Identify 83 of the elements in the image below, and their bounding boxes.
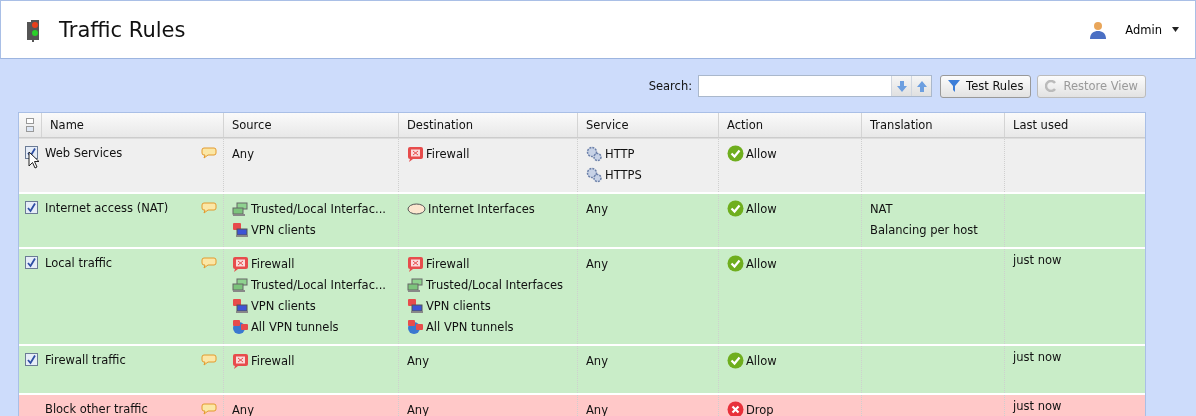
- mouse-cursor-icon: [28, 151, 40, 169]
- address-label: All VPN tunnels: [426, 319, 514, 334]
- select-all-checkbox-icon[interactable]: [26, 118, 34, 132]
- vpn-client-icon: [232, 297, 249, 314]
- comment-icon[interactable]: [201, 202, 217, 214]
- column-header[interactable]: Last used: [1004, 113, 1144, 137]
- translation-text: NAT: [870, 201, 893, 216]
- address-label: VPN clients: [251, 298, 316, 313]
- up-arrow-icon: [916, 80, 927, 92]
- address-label: Any: [407, 402, 429, 416]
- action-label: Allow: [746, 201, 777, 216]
- rule-name: Web Services: [45, 146, 123, 160]
- last-used-text: just now: [1013, 350, 1062, 364]
- column-header[interactable]: Destination: [398, 113, 577, 137]
- action-label: Allow: [746, 146, 777, 161]
- rule-name: Local traffic: [45, 256, 113, 270]
- vpn-tunnels-icon: [407, 318, 424, 335]
- network-computers-icon: [407, 276, 424, 293]
- address-label: Any: [586, 353, 608, 368]
- address-label: VPN clients: [426, 298, 491, 313]
- comment-icon[interactable]: [201, 257, 217, 269]
- address-label: Any: [407, 353, 429, 368]
- action-label: Drop: [746, 402, 774, 416]
- search-previous-button[interactable]: [911, 76, 932, 96]
- address-label: Firewall: [251, 256, 295, 271]
- search-field[interactable]: [698, 75, 933, 97]
- address-label: Any: [232, 402, 254, 416]
- rule-checkbox[interactable]: [25, 201, 38, 214]
- firewall-icon: [232, 255, 249, 272]
- user-icon[interactable]: [1089, 20, 1108, 39]
- address-label: Trusted/Local Interfac...: [251, 201, 386, 216]
- translation-text: Balancing per host: [870, 222, 978, 237]
- gears-icon: [586, 166, 603, 183]
- address-label: VPN clients: [251, 222, 316, 237]
- page-title: Traffic Rules: [59, 17, 186, 42]
- restore-icon: [1045, 80, 1058, 92]
- address-label: Firewall: [251, 353, 295, 368]
- column-header[interactable]: Source: [223, 113, 398, 137]
- firewall-icon: [407, 145, 424, 162]
- address-label: Trusted/Local Interfac...: [251, 277, 386, 292]
- vpn-client-icon: [407, 297, 424, 314]
- vpn-client-icon: [232, 221, 249, 238]
- search-label: Search:: [648, 79, 693, 93]
- caret-icon[interactable]: [1172, 27, 1179, 32]
- rule-checkbox[interactable]: [25, 353, 38, 366]
- rule-name: Block other traffic: [45, 402, 148, 416]
- funnel-icon: [948, 80, 961, 92]
- user-menu[interactable]: Admin: [1125, 22, 1162, 37]
- down-arrow-icon: [896, 80, 907, 92]
- comment-icon[interactable]: [201, 354, 217, 366]
- address-label: Firewall: [426, 146, 470, 161]
- address-label: Any: [586, 201, 608, 216]
- cloud-icon: [407, 201, 426, 216]
- firewall-icon: [232, 352, 249, 369]
- rule-name: Firewall traffic: [45, 353, 126, 367]
- column-header[interactable]: Service: [577, 113, 718, 137]
- firewall-icon: [407, 255, 424, 272]
- test-rules-button[interactable]: Test Rules: [940, 74, 1032, 98]
- address-label: Any: [232, 146, 254, 161]
- address-label: HTTP: [605, 146, 635, 161]
- address-label: Trusted/Local Interfaces: [426, 277, 564, 292]
- vpn-tunnels-icon: [232, 318, 249, 335]
- last-used-text: just now: [1013, 253, 1062, 267]
- address-label: Firewall: [426, 256, 470, 271]
- address-label: HTTPS: [605, 167, 642, 182]
- column-header[interactable]: Translation: [861, 113, 1004, 137]
- rule-name: Internet access (NAT): [45, 201, 169, 215]
- action-label: Allow: [746, 353, 777, 368]
- comment-icon[interactable]: [201, 147, 217, 159]
- action-label: Allow: [746, 256, 777, 271]
- comment-icon[interactable]: [201, 403, 217, 415]
- address-label: Internet Interfaces: [428, 201, 535, 216]
- network-computers-icon: [232, 200, 249, 217]
- column-header[interactable]: Action: [718, 113, 861, 137]
- last-used-text: just now: [1013, 399, 1062, 413]
- network-computers-icon: [232, 276, 249, 293]
- rule-checkbox[interactable]: [25, 256, 38, 269]
- address-label: All VPN tunnels: [251, 319, 339, 334]
- gears-icon: [586, 145, 603, 162]
- column-header[interactable]: Name: [41, 113, 223, 137]
- search-next-button[interactable]: [891, 76, 912, 96]
- address-label: Any: [586, 256, 608, 271]
- address-label: Any: [586, 402, 608, 416]
